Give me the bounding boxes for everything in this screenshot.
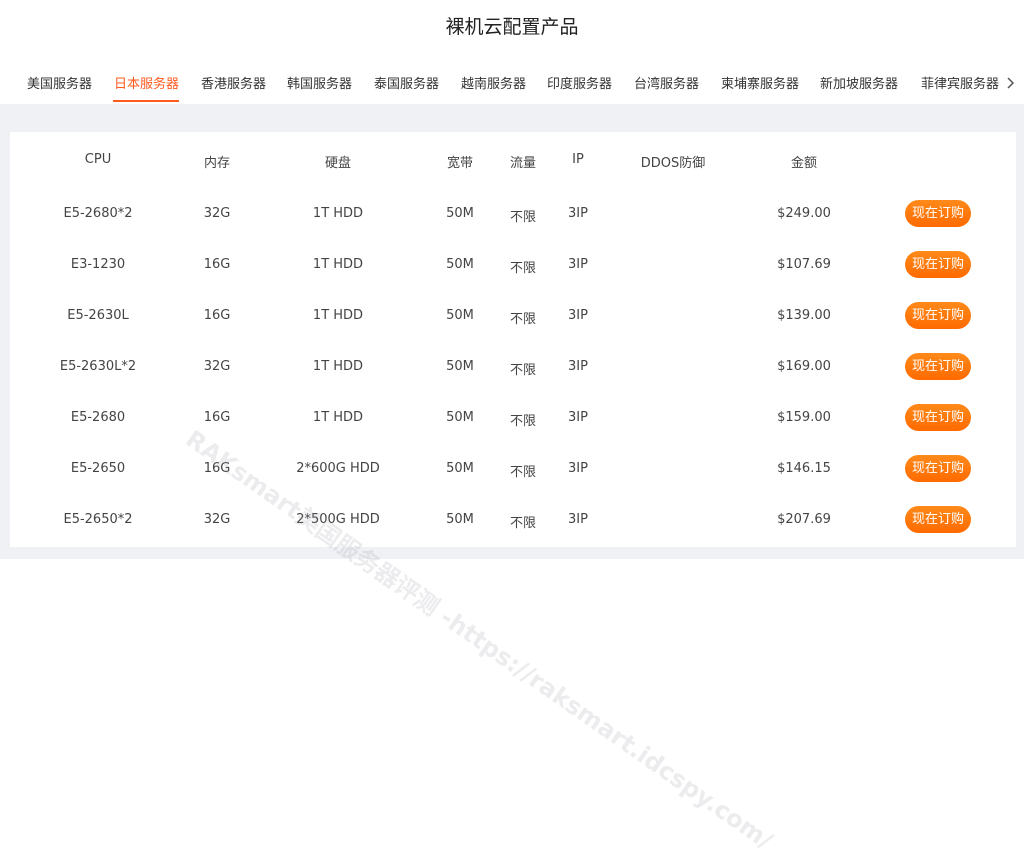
header-price: 金额 bbox=[790, 156, 818, 171]
cell-traffic: 不限 bbox=[509, 363, 537, 378]
cell-cpu: E5-2680*2 bbox=[63, 206, 133, 221]
cell-ram: 16G bbox=[203, 257, 231, 272]
cell-price: $207.69 bbox=[777, 512, 831, 527]
cell-disk: 1T HDD bbox=[312, 206, 364, 221]
order-now-button[interactable]: 现在订购 bbox=[905, 251, 971, 278]
cell-ip: 3IP bbox=[568, 257, 588, 272]
cell-bandwidth: 50M bbox=[446, 359, 474, 374]
tab-philippines[interactable]: 菲律宾服务器 bbox=[921, 73, 999, 92]
order-now-button[interactable]: 现在订购 bbox=[905, 302, 971, 329]
active-tab-indicator bbox=[113, 100, 179, 102]
cell-disk: 1T HDD bbox=[312, 359, 364, 374]
cell-price: $146.15 bbox=[777, 461, 831, 476]
tab-singapore[interactable]: 新加坡服务器 bbox=[820, 73, 898, 92]
order-now-button[interactable]: 现在订购 bbox=[905, 506, 971, 533]
header-disk: 硬盘 bbox=[324, 156, 352, 171]
cell-ip: 3IP bbox=[568, 308, 588, 323]
tab-japan[interactable]: 日本服务器 bbox=[114, 73, 179, 92]
cell-ram: 32G bbox=[203, 206, 231, 221]
cell-bandwidth: 50M bbox=[446, 308, 474, 323]
product-table: CPU 内存 硬盘 宽带 流量 IP DDOS防御 金额 E5-2680*2 3… bbox=[10, 132, 1016, 547]
header-ram: 内存 bbox=[203, 156, 231, 171]
cell-traffic: 不限 bbox=[509, 210, 537, 225]
cell-price: $249.00 bbox=[777, 206, 831, 221]
cell-disk: 1T HDD bbox=[312, 257, 364, 272]
cell-ip: 3IP bbox=[568, 512, 588, 527]
tab-cambodia[interactable]: 柬埔寨服务器 bbox=[721, 73, 799, 92]
page-title: 裸机云配置产品 bbox=[445, 16, 579, 38]
cell-price: $159.00 bbox=[777, 410, 831, 425]
cell-disk: 1T HDD bbox=[312, 308, 364, 323]
tab-india[interactable]: 印度服务器 bbox=[547, 73, 612, 92]
cell-ram: 16G bbox=[203, 308, 231, 323]
cell-disk: 2*600G HDD bbox=[296, 461, 380, 476]
country-tabs: 美国服务器 日本服务器 香港服务器 韩国服务器 泰国服务器 越南服务器 印度服务… bbox=[0, 62, 1024, 102]
cell-price: $139.00 bbox=[777, 308, 831, 323]
cell-traffic: 不限 bbox=[509, 516, 537, 531]
cell-bandwidth: 50M bbox=[446, 410, 474, 425]
header-cpu: CPU bbox=[84, 152, 112, 167]
cell-ram: 32G bbox=[203, 512, 231, 527]
cell-ram: 16G bbox=[203, 410, 231, 425]
cell-ip: 3IP bbox=[568, 206, 588, 221]
cell-traffic: 不限 bbox=[509, 312, 537, 327]
cell-ip: 3IP bbox=[568, 461, 588, 476]
cell-price: $169.00 bbox=[777, 359, 831, 374]
order-now-button[interactable]: 现在订购 bbox=[905, 455, 971, 482]
tab-taiwan[interactable]: 台湾服务器 bbox=[634, 73, 699, 92]
cell-disk: 2*500G HDD bbox=[296, 512, 380, 527]
cell-ip: 3IP bbox=[568, 410, 588, 425]
cell-ram: 16G bbox=[203, 461, 231, 476]
cell-price: $107.69 bbox=[777, 257, 831, 272]
chevron-right-icon[interactable] bbox=[1004, 76, 1018, 90]
cell-cpu: E5-2680 bbox=[70, 410, 126, 425]
cell-bandwidth: 50M bbox=[446, 461, 474, 476]
cell-ram: 32G bbox=[203, 359, 231, 374]
cell-cpu: E5-2630L*2 bbox=[59, 359, 137, 374]
tab-vietnam[interactable]: 越南服务器 bbox=[461, 73, 526, 92]
cell-bandwidth: 50M bbox=[446, 206, 474, 221]
order-now-button[interactable]: 现在订购 bbox=[905, 200, 971, 227]
tab-thailand[interactable]: 泰国服务器 bbox=[374, 73, 439, 92]
header-ip: IP bbox=[572, 152, 584, 167]
cell-cpu: E3-1230 bbox=[70, 257, 126, 272]
cell-cpu: E5-2650*2 bbox=[63, 512, 133, 527]
cell-traffic: 不限 bbox=[509, 414, 537, 429]
cell-bandwidth: 50M bbox=[446, 257, 474, 272]
tab-usa[interactable]: 美国服务器 bbox=[27, 73, 92, 92]
cell-cpu: E5-2630L bbox=[67, 308, 129, 323]
header-traffic: 流量 bbox=[509, 156, 537, 171]
order-now-button[interactable]: 现在订购 bbox=[905, 404, 971, 431]
tab-korea[interactable]: 韩国服务器 bbox=[287, 73, 352, 92]
cell-traffic: 不限 bbox=[509, 465, 537, 480]
order-now-button[interactable]: 现在订购 bbox=[905, 353, 971, 380]
cell-ip: 3IP bbox=[568, 359, 588, 374]
cell-disk: 1T HDD bbox=[312, 410, 364, 425]
header-bandwidth: 宽带 bbox=[446, 156, 474, 171]
cell-traffic: 不限 bbox=[509, 261, 537, 276]
cell-cpu: E5-2650 bbox=[70, 461, 126, 476]
header-ddos: DDOS防御 bbox=[640, 156, 706, 171]
tab-hongkong[interactable]: 香港服务器 bbox=[201, 73, 266, 92]
cell-bandwidth: 50M bbox=[446, 512, 474, 527]
